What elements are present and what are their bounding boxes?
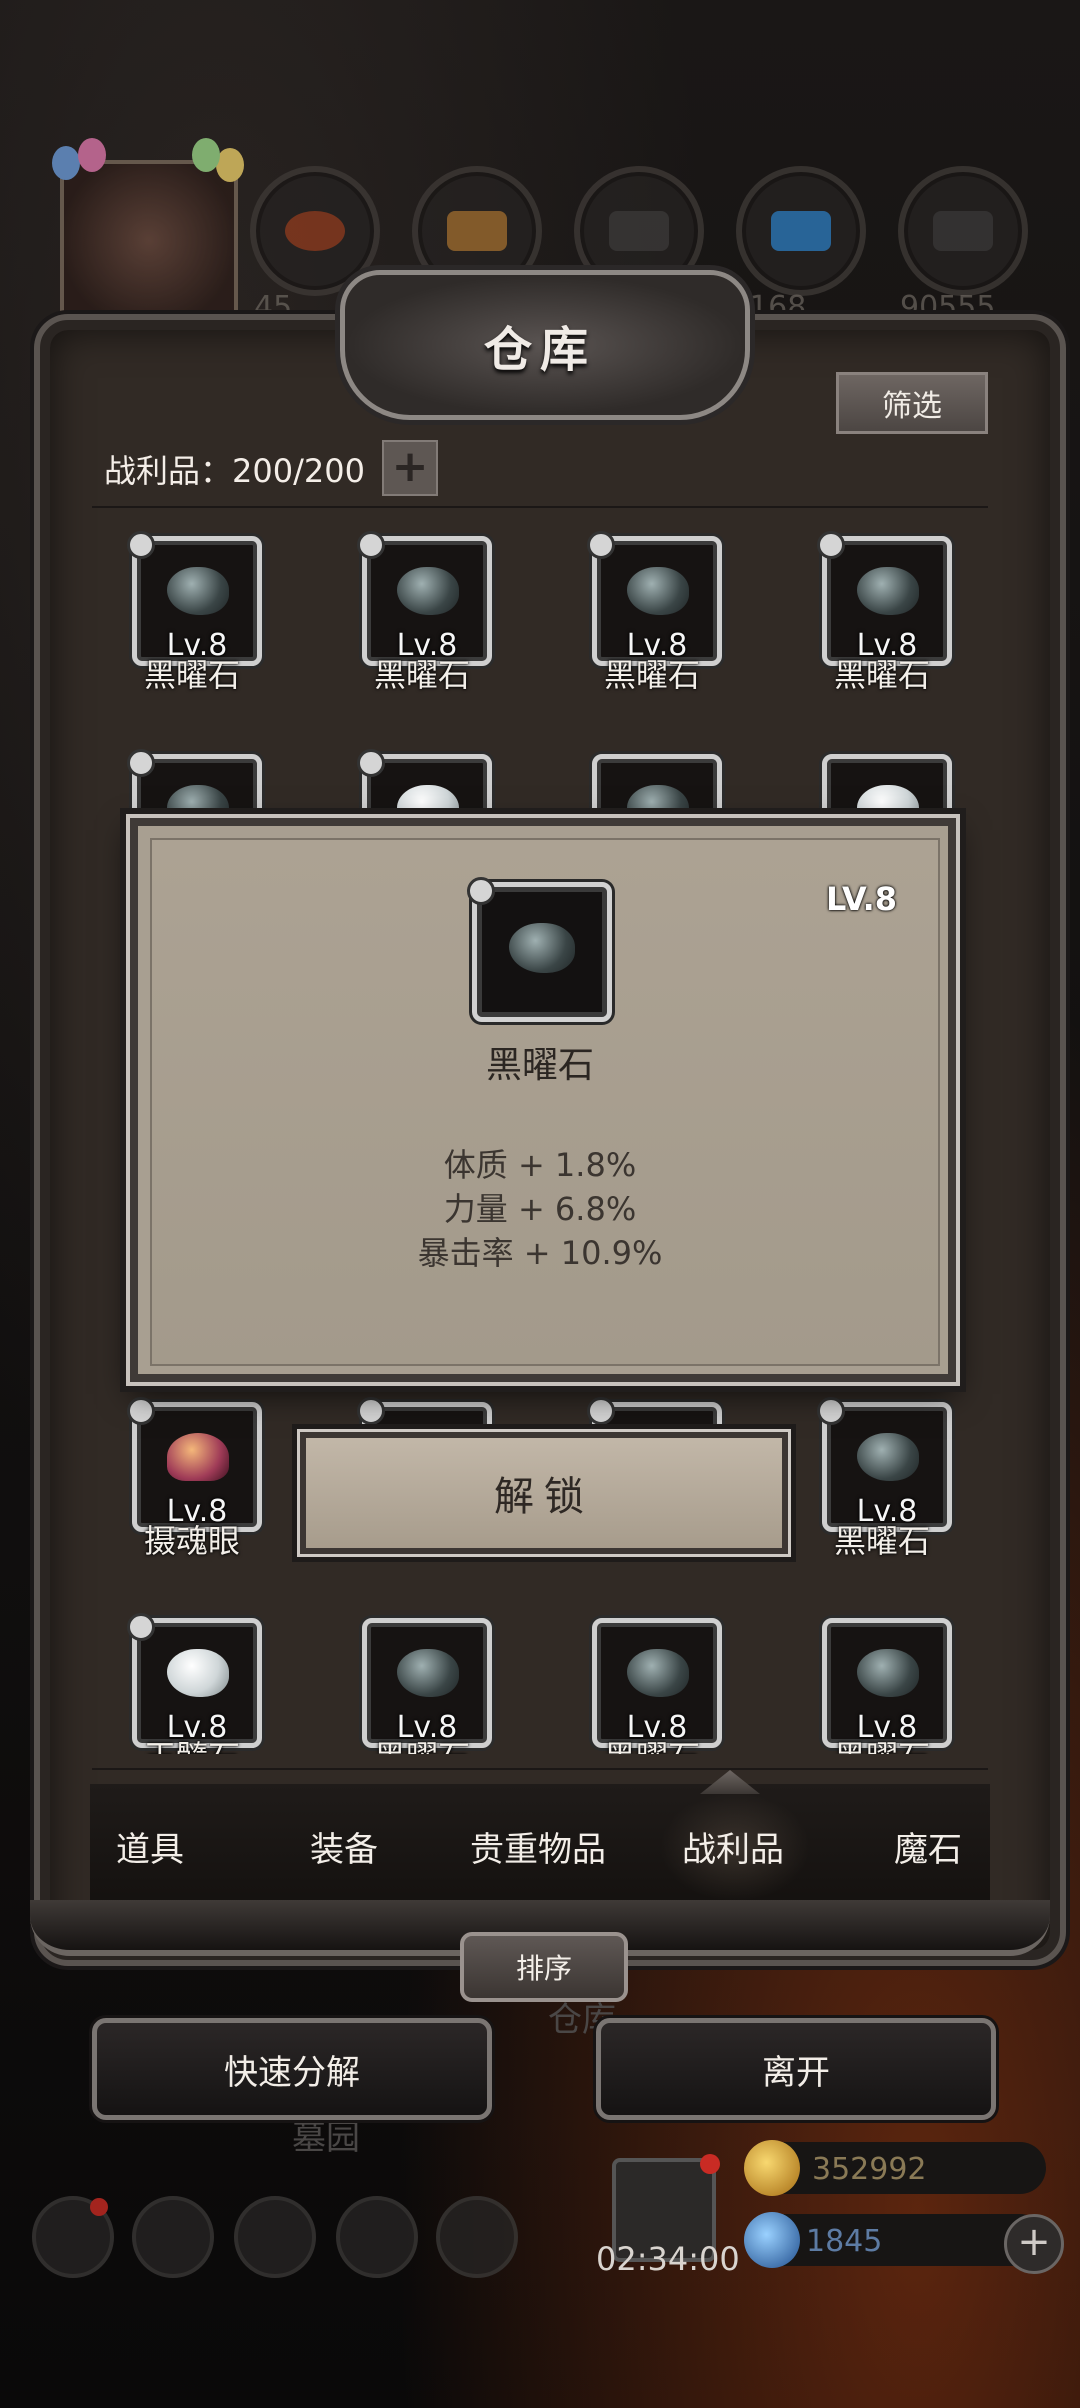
obsidian-icon — [509, 923, 575, 973]
inventory-slot[interactable]: Lv.8 — [127, 1613, 262, 1748]
balloon-icon — [216, 148, 244, 182]
lock-icon — [587, 1397, 615, 1425]
obsidian-icon — [627, 1649, 689, 1697]
item-name: 黑曜石 — [603, 656, 700, 694]
add-gems-button[interactable]: + — [1004, 2214, 1064, 2274]
gift-timer: 02:34:00 — [596, 2240, 740, 2278]
inventory-slot[interactable]: Lv.8 — [817, 531, 952, 666]
tab-equipment[interactable]: 装备 — [310, 1822, 378, 1871]
filter-button[interactable]: 筛选 — [836, 372, 988, 434]
unlock-button[interactable]: 解锁 — [300, 1432, 788, 1554]
stat-strength: 力量 + 6.8% — [443, 1190, 637, 1228]
stat-crit-rate: 暴击率 + 10.9% — [417, 1234, 663, 1272]
lock-icon — [587, 531, 615, 559]
item-name: 黑曜石 — [373, 656, 470, 694]
item-name: 黑曜石 — [562, 1732, 742, 1754]
settings-icon[interactable] — [32, 2196, 114, 2278]
ingot-icon[interactable] — [898, 166, 1028, 296]
tab-magic-stones[interactable]: 魔石 — [894, 1822, 962, 1871]
chalcedony-icon — [167, 1649, 229, 1697]
stat-constitution: 体质 + 1.8% — [443, 1146, 637, 1184]
balloon-icon — [192, 138, 220, 172]
divider — [92, 1768, 988, 1770]
inventory-slot[interactable]: Lv.8 — [127, 531, 262, 666]
map-icon[interactable] — [436, 2196, 518, 2278]
inventory-slot[interactable]: Lv.8 — [822, 1618, 952, 1748]
lock-icon — [817, 531, 845, 559]
expand-capacity-button[interactable]: + — [382, 440, 438, 496]
obsidian-icon — [857, 1433, 919, 1481]
item-name: 玉髓石 — [102, 1732, 282, 1754]
obsidian-icon — [857, 567, 919, 615]
crystal-icon[interactable] — [736, 166, 866, 296]
lock-icon — [817, 1397, 845, 1425]
inventory-slot[interactable]: Lv.8 — [587, 531, 722, 666]
inventory-slot[interactable]: Lv.8 — [592, 1618, 722, 1748]
notification-dot — [700, 2154, 720, 2174]
item-name: 黑曜石 — [143, 656, 240, 694]
quick-decompose-button[interactable]: 快速分解 — [92, 2018, 492, 2120]
lock-icon — [357, 749, 385, 777]
lock-icon — [127, 1613, 155, 1641]
balloon-icon — [78, 138, 106, 172]
lock-icon — [467, 877, 495, 905]
item-name: 黑曜石 — [332, 1732, 512, 1754]
popup-item-name: 黑曜石 — [485, 1045, 594, 1086]
item-name: 黑曜石 — [833, 1522, 930, 1560]
achievement-icon[interactable] — [132, 2196, 214, 2278]
balloon-icon — [52, 146, 80, 180]
inventory-slot[interactable]: Lv.8 — [357, 531, 492, 666]
leave-button[interactable]: 离开 — [596, 2018, 996, 2120]
lock-icon — [357, 1397, 385, 1425]
lock-icon — [127, 749, 155, 777]
item-name: 黑曜石 — [792, 1732, 972, 1754]
spoils-capacity: 战利品：200/200 — [104, 452, 365, 490]
gold-amount: 352992 — [812, 2152, 927, 2187]
notification-dot — [90, 2198, 108, 2216]
lock-icon — [127, 531, 155, 559]
obsidian-icon — [397, 1649, 459, 1697]
inventory-slot[interactable]: Lv.8 — [127, 1397, 262, 1532]
popup-item-level: LV.8 — [826, 880, 898, 918]
tab-items[interactable]: 道具 — [116, 1822, 184, 1871]
tab-valuables[interactable]: 贵重物品 — [470, 1822, 606, 1871]
item-name: 黑曜石 — [833, 656, 930, 694]
item-name: 摄魂眼 — [143, 1522, 240, 1560]
obsidian-icon — [857, 1649, 919, 1697]
inventory-slot[interactable]: Lv.8 — [362, 1618, 492, 1748]
player-avatar[interactable] — [52, 138, 244, 338]
gold-coin-icon — [744, 2140, 800, 2196]
obsidian-icon — [627, 567, 689, 615]
divider — [92, 506, 988, 508]
popup-item-slot — [467, 877, 612, 1022]
guild-icon[interactable] — [234, 2196, 316, 2278]
window-title: 仓库 — [483, 322, 596, 378]
tab-spoils[interactable]: 战利品 — [682, 1822, 784, 1871]
obsidian-icon — [397, 567, 459, 615]
gem-icon — [744, 2212, 800, 2268]
obsidian-icon — [167, 567, 229, 615]
inventory-slot[interactable]: Lv.8 — [817, 1397, 952, 1532]
lock-icon — [127, 1397, 155, 1425]
lock-icon — [357, 531, 385, 559]
gem-amount: 1845 — [806, 2224, 883, 2259]
soul-eye-icon — [167, 1433, 229, 1481]
mail-icon[interactable] — [336, 2196, 418, 2278]
